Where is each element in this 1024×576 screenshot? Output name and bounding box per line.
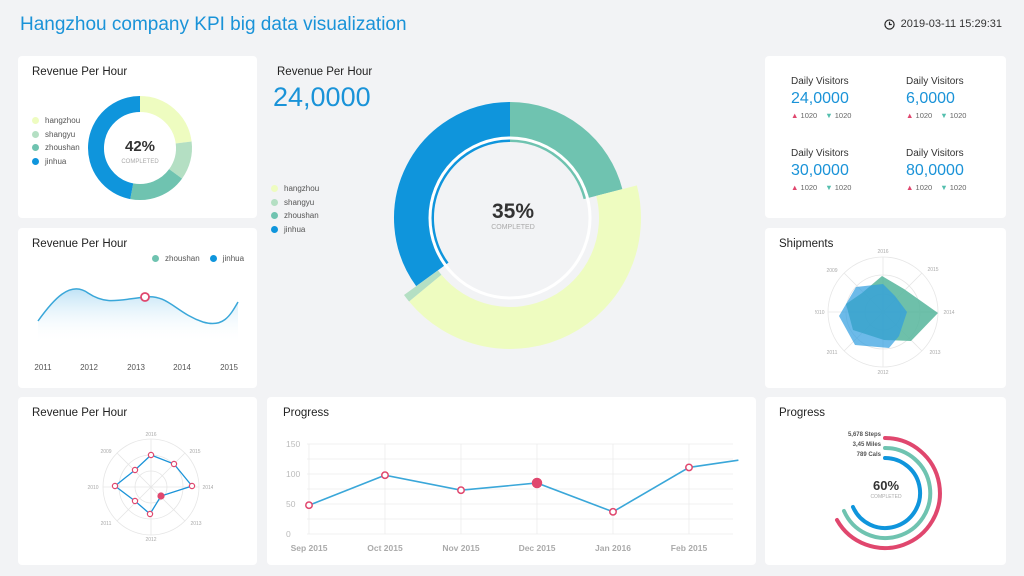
daily-visitors-card: Daily Visitors 24,0000 ▲ 1020 ▼ 1020 Dail… <box>765 56 1006 218</box>
card-title: Revenue Per Hour <box>32 407 128 419</box>
progress-line-card: Progress 150 100 50 0 Sep 2015 Oct 2015 Nov 20… <box>267 397 756 565</box>
svg-text:2011: 2011 <box>101 521 112 527</box>
svg-text:2015: 2015 <box>189 449 200 455</box>
legend-item-shangyu[interactable]: shangyu <box>271 196 319 210</box>
donut-percent: 42% <box>125 138 155 155</box>
area-highlight-point <box>140 292 150 302</box>
line-point[interactable] <box>531 477 543 489</box>
y-tick-label: 150 <box>286 439 300 449</box>
x-label: 2013 <box>127 363 145 372</box>
revenue-area-card: Revenue Per Hour zhoushan jinhua 2011 20… <box>18 228 257 388</box>
datetime-text: 2019-03-11 15:29:31 <box>900 18 1002 30</box>
line-point[interactable] <box>609 507 617 516</box>
revenue-radar-card: Revenue Per Hour 2016 2015 2014 2013 201… <box>18 397 257 565</box>
x-label: 2012 <box>80 363 98 372</box>
line-point[interactable] <box>685 463 693 472</box>
svg-text:2016: 2016 <box>877 249 888 255</box>
donut-slice-shangyu[interactable] <box>168 141 192 179</box>
ring-label-steps: 5,678 Steps <box>848 432 882 438</box>
svg-text:2016: 2016 <box>145 432 156 438</box>
legend-item-zhoushan[interactable]: zhoushan <box>152 252 200 266</box>
x-label: 2014 <box>173 363 191 372</box>
card-title: Progress <box>779 407 826 419</box>
card-title: Revenue Per Hour <box>32 66 128 78</box>
card-title: Revenue Per Hour <box>32 238 128 250</box>
legend-item-jinhua[interactable]: jinhua <box>271 223 319 237</box>
stat-item: Daily Visitors 24,0000 ▲ 1020 ▼ 1020 <box>791 76 852 120</box>
donut-legend: hangzhou shangyu zhoushan jinhua <box>32 114 80 168</box>
small-donut-chart: 42% COMPLETED <box>88 96 192 200</box>
svg-text:2012: 2012 <box>877 370 888 376</box>
donut-slice-shangyu[interactable] <box>404 270 442 302</box>
svg-text:2015: 2015 <box>927 267 938 273</box>
legend-item-zhoushan[interactable]: zhoushan <box>271 209 319 223</box>
svg-text:2010: 2010 <box>87 485 98 491</box>
donut-caption: COMPLETED <box>491 224 535 231</box>
svg-text:2014: 2014 <box>202 485 213 491</box>
x-tick-label: Sep 2015 <box>291 543 328 553</box>
donut-slice-zhoushan[interactable] <box>509 102 623 200</box>
area-chart: 2011 2012 2013 2014 2015 <box>34 288 239 372</box>
svg-text:2010: 2010 <box>815 310 825 316</box>
legend-item-hangzhou[interactable]: hangzhou <box>32 114 80 128</box>
donut-caption: COMPLETED <box>121 159 159 165</box>
ring-caption: COMPLETED <box>870 494 902 500</box>
x-tick-label: Oct 2015 <box>367 543 403 553</box>
main-revenue-card: Revenue Per Hour 24,0000 hangzhou shangy… <box>267 56 755 388</box>
revenue-donut-card: Revenue Per Hour hangzhou shangyu zhoush… <box>18 56 257 218</box>
main-revenue-value: 24,0000 <box>273 82 371 112</box>
x-label: 2015 <box>220 363 238 372</box>
svg-text:2013: 2013 <box>190 521 201 527</box>
svg-text:2013: 2013 <box>929 350 940 356</box>
y-tick-label: 50 <box>286 499 296 509</box>
x-tick-label: Dec 2015 <box>519 543 556 553</box>
area-fill <box>38 288 238 343</box>
donut-slice-zhoushan[interactable] <box>130 168 183 200</box>
svg-text:2009: 2009 <box>826 268 837 274</box>
svg-text:2011: 2011 <box>827 350 838 356</box>
ring-label-cals: 789 Cals <box>857 452 882 458</box>
stat-item: Daily Visitors 6,0000 ▲ 1020 ▼ 1020 <box>906 76 967 120</box>
legend-item-jinhua[interactable]: jinhua <box>209 252 244 266</box>
stat-item: Daily Visitors 80,0000 ▲ 1020 ▼ 1020 <box>906 148 967 192</box>
area-legend: zhoushan jinhua <box>152 252 244 266</box>
progress-rings-card: Progress 5,678 Steps 3,45 Miles 789 Cals… <box>765 397 1006 565</box>
main-donut-chart: 35% COMPLETED <box>394 102 641 349</box>
card-title: Revenue Per Hour <box>277 66 373 78</box>
legend-item-jinhua[interactable]: jinhua <box>32 155 80 169</box>
legend-item-hangzhou[interactable]: hangzhou <box>271 182 319 196</box>
y-tick-label: 100 <box>286 469 300 479</box>
datetime-display: 2019-03-11 15:29:31 <box>883 18 1002 30</box>
x-label: 2011 <box>34 363 52 372</box>
page-title: Hangzhou company KPI big data visualizat… <box>20 14 407 35</box>
ring-percent: 60% <box>873 478 899 493</box>
shipments-card: Shipments 2016 2015 2014 2013 2012 2011 … <box>765 228 1006 388</box>
svg-text:2012: 2012 <box>145 537 156 543</box>
x-tick-label: Jan 2016 <box>595 543 631 553</box>
main-legend: hangzhou shangyu zhoushan jinhua <box>271 182 319 236</box>
ring-label-miles: 3,45 Miles <box>853 442 882 448</box>
svg-text:2014: 2014 <box>943 310 954 316</box>
legend-item-zhoushan[interactable]: zhoushan <box>32 141 80 155</box>
legend-item-shangyu[interactable]: shangyu <box>32 128 80 142</box>
clock-icon <box>883 18 895 30</box>
x-tick-label: Nov 2015 <box>442 543 480 553</box>
x-tick-label: Feb 2015 <box>671 543 708 553</box>
stat-item: Daily Visitors 30,0000 ▲ 1020 ▼ 1020 <box>791 148 852 192</box>
line-point[interactable] <box>305 501 313 510</box>
progress-rings-chart: 5,678 Steps 3,45 Miles 789 Cals 60% COMP… <box>835 432 942 550</box>
y-tick-label: 0 <box>286 529 291 539</box>
svg-text:2009: 2009 <box>100 449 111 455</box>
donut-slice-jinhua[interactable] <box>394 102 511 287</box>
progress-line-chart: 150 100 50 0Sep 2015 Oct 2015 Nov 2015 Dec 201… <box>286 439 739 553</box>
line-point[interactable] <box>381 471 389 480</box>
small-radar-chart: 2016 2015 2014 2013 2012 2011 2010 2009 <box>87 432 213 543</box>
donut-percent: 35% <box>492 200 534 223</box>
line-point[interactable] <box>457 486 465 495</box>
shipments-radar-chart: 2016 2015 2014 2013 2012 2011 2010 2009 <box>815 249 955 376</box>
donut-slice-hangzhou[interactable] <box>139 96 192 144</box>
